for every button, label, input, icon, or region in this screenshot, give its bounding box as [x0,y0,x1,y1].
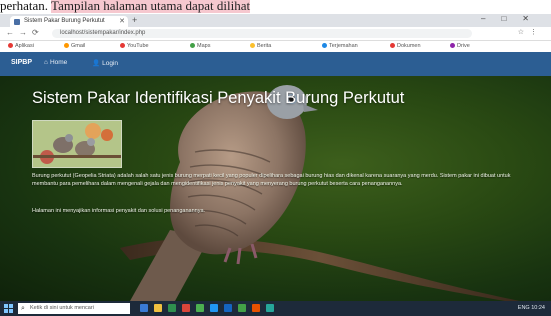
nav-login[interactable]: 👤 Login [92,59,118,67]
url-input[interactable]: localhost/sistempakar/index.php [52,29,472,38]
doves-thumbnail-icon [33,121,121,167]
document-caption: perhatan. Tampilan halaman utama dapat d… [0,0,551,14]
new-tab-icon[interactable]: + [132,15,137,25]
intro-paragraph-2: Halaman ini menyajikan informasi penyaki… [32,208,206,214]
bookmark-icon [390,43,395,48]
browser-tab[interactable]: Sistem Pakar Burung Perkutut ✕ [10,16,128,27]
website-page: SIPBP ⌂ Home 👤 Login Sistem Pakar Identifi… [0,52,551,301]
bookmark-icon [120,43,125,48]
task-view-icon[interactable] [140,304,148,312]
nav-buttons[interactable]: ←→⟳ [6,28,44,37]
bookmark-item[interactable]: Drive [450,42,470,51]
chrome-icon[interactable] [196,304,204,312]
bookmark-icon [64,43,69,48]
site-navbar: SIPBP ⌂ Home 👤 Login [0,52,551,76]
edge-icon[interactable] [210,304,218,312]
mail-icon[interactable] [182,304,190,312]
nav-home[interactable]: ⌂ Home [44,59,67,66]
start-icon[interactable] [4,304,13,313]
close-tab-icon[interactable]: ✕ [119,16,125,27]
bookmark-item[interactable]: Berita [250,42,271,51]
caption-text: perhatan. [0,0,49,13]
powerpoint-icon[interactable] [252,304,260,312]
intro-paragraph: Burung perkutut (Geopelia Striata) adala… [32,173,511,187]
caption-highlight: Tampilan halaman utama dapat dilihat [51,0,251,13]
bookmark-icon [250,43,255,48]
toolbar-icons[interactable]: ☆⋮ [518,28,543,36]
system-tray[interactable]: ENG 10:24 [518,303,545,314]
page-title: Sistem Pakar Identifikasi Penyakit Burun… [32,89,405,107]
thumbnail-image [32,120,122,168]
bookmark-icon [190,43,195,48]
search-icon: ⌕ [21,305,25,312]
user-icon: 👤 [92,60,101,67]
favicon-icon [14,19,20,25]
app-icon[interactable] [266,304,274,312]
home-icon: ⌂ [44,59,48,66]
bookmark-item[interactable]: Gmail [64,42,85,51]
bookmark-item[interactable]: Terjemahan [322,42,358,51]
address-bar: ←→⟳ localhost/sistempakar/index.php ☆⋮ [0,27,551,41]
excel-icon[interactable] [238,304,246,312]
browser-tab-bar: Sistem Pakar Burung Perkutut ✕ + –□✕ [0,14,551,27]
site-brand[interactable]: SIPBP [11,59,32,66]
bookmark-icon [8,43,13,48]
taskbar-search-input[interactable]: ⌕ Ketik di sini untuk mencari [18,303,130,314]
windows-taskbar: ⌕ Ketik di sini untuk mencari ENG 10:24 [0,301,551,316]
bookmark-item[interactable]: Maps [190,42,210,51]
bookmark-item[interactable]: Dokumen [390,42,421,51]
tab-title: Sistem Pakar Burung Perkutut [24,18,105,24]
bookmark-item[interactable]: Aplikasi [8,42,34,51]
file-explorer-icon[interactable] [154,304,162,312]
word-icon[interactable] [224,304,232,312]
window-controls[interactable]: –□✕ [481,14,545,23]
bookmark-icon [322,43,327,48]
bookmark-icon [450,43,455,48]
bookmark-item[interactable]: YouTube [120,42,149,51]
store-icon[interactable] [168,304,176,312]
